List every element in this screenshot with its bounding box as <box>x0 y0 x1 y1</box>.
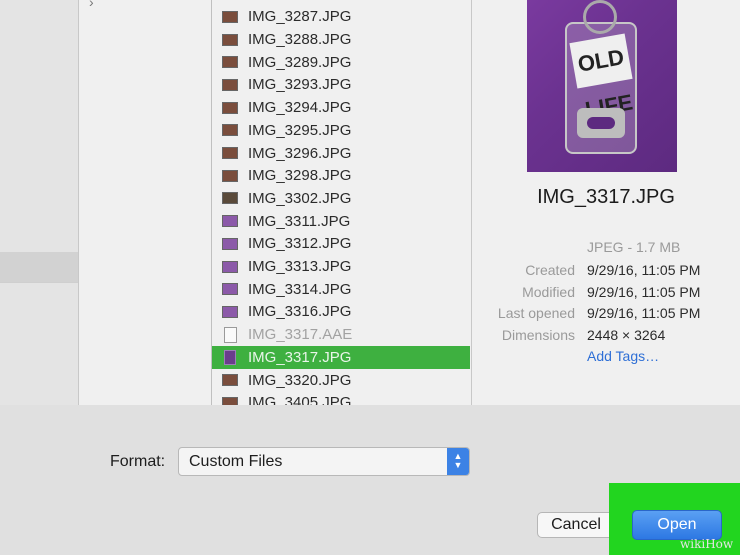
file-list[interactable]: IMG_3287.JPG IMG_3288.JPG IMG_3289.JPG IMG_… <box>212 0 472 405</box>
file-row[interactable]: IMG_3296.JPG <box>212 142 470 165</box>
file-row[interactable]: IMG_3311.JPG <box>212 210 470 233</box>
sidebar-column <box>0 0 78 405</box>
chevron-right-icon: › <box>89 0 94 10</box>
file-row[interactable]: IMG_3295.JPG <box>212 119 470 142</box>
image-thumbnail-icon <box>222 33 238 46</box>
file-name: IMG_3302.JPG <box>248 189 352 207</box>
preview-kind-size: JPEG - 1.7 MB <box>587 239 681 255</box>
image-thumbnail-icon <box>222 78 238 91</box>
image-thumbnail-icon <box>222 260 238 273</box>
sidebar-selected-item[interactable] <box>0 252 78 282</box>
meta-dimensions: Dimensions 2448 × 3264 <box>472 327 740 347</box>
add-tags-link[interactable]: Add Tags… <box>587 348 659 364</box>
file-name: IMG_3320.JPG <box>248 371 352 389</box>
meta-created: Created 9/29/16, 11:05 PM <box>472 262 740 282</box>
meta-value: 9/29/16, 11:05 PM <box>587 262 701 278</box>
file-row: IMG_3317.AAE <box>212 323 470 346</box>
file-row[interactable]: IMG_3288.JPG <box>212 28 470 51</box>
image-thumbnail-icon <box>222 124 238 137</box>
image-thumbnail-icon <box>222 147 238 160</box>
meta-key: Created <box>525 262 575 278</box>
meta-key: Modified <box>522 284 575 300</box>
sidebar-divider <box>0 282 78 283</box>
file-row[interactable]: IMG_3289.JPG <box>212 51 470 74</box>
file-row[interactable]: IMG_3293.JPG <box>212 74 470 97</box>
meta-value: 9/29/16, 11:05 PM <box>587 305 701 321</box>
file-row[interactable]: IMG_3317.JPG <box>212 346 470 369</box>
meta-value: 9/29/16, 11:05 PM <box>587 284 701 300</box>
image-thumbnail-icon <box>222 56 238 69</box>
file-name: IMG_3405.JPG <box>248 394 352 405</box>
image-thumbnail-icon <box>222 101 238 114</box>
image-thumbnail-icon <box>222 10 238 23</box>
document-icon <box>224 326 237 343</box>
meta-last-opened: Last opened 9/29/16, 11:05 PM <box>472 305 740 325</box>
image-thumbnail-icon <box>222 283 238 296</box>
file-name: IMG_3294.JPG <box>248 99 352 117</box>
open-file-dialog: › IMG_3287.JPG IMG_3288.JPG IMG_3289.JPG IM… <box>0 0 740 555</box>
file-row[interactable]: IMG_3298.JPG <box>212 164 470 187</box>
file-name: IMG_3288.JPG <box>248 31 352 49</box>
meta-key: Last opened <box>497 305 575 321</box>
file-row[interactable]: IMG_3302.JPG <box>212 187 470 210</box>
folder-column[interactable]: › <box>78 0 212 405</box>
image-thumbnail-icon <box>222 169 238 182</box>
file-row[interactable]: IMG_3312.JPG <box>212 233 470 256</box>
format-select-value: Custom Files <box>189 453 283 470</box>
preview-pane: OLD LIFE IMG_3317.JPG JPEG - 1.7 MB Crea… <box>472 0 740 405</box>
format-select[interactable]: Custom Files ▲ ▼ <box>178 447 470 476</box>
file-name: IMG_3316.JPG <box>248 303 352 321</box>
cancel-button[interactable]: Cancel <box>537 512 615 538</box>
file-row[interactable]: IMG_3294.JPG <box>212 96 470 119</box>
file-name: IMG_3317.AAE <box>248 326 353 344</box>
image-thumbnail-icon <box>222 396 238 405</box>
file-row[interactable]: IMG_3320.JPG <box>212 369 470 392</box>
updown-chevron-icon: ▲ ▼ <box>447 448 469 475</box>
file-name: IMG_3289.JPG <box>248 53 352 71</box>
image-thumbnail-icon <box>222 305 238 318</box>
file-name: IMG_3317.JPG <box>248 348 352 366</box>
file-name: IMG_3314.JPG <box>248 280 352 298</box>
file-name: IMG_3312.JPG <box>248 235 352 253</box>
image-thumbnail-icon <box>222 192 238 205</box>
wikihow-watermark: wikiHow <box>680 537 734 551</box>
file-name: IMG_3287.JPG <box>248 8 352 26</box>
keychain-photo: OLD LIFE <box>565 0 637 154</box>
file-name: IMG_3298.JPG <box>248 167 352 185</box>
image-thumbnail-icon <box>222 374 238 387</box>
keychain-label: OLD LIFE <box>569 33 635 122</box>
file-row[interactable]: IMG_3316.JPG <box>212 301 470 324</box>
meta-value: 2448 × 3264 <box>587 327 666 343</box>
preview-file-name: IMG_3317.JPG <box>537 186 675 208</box>
file-name: IMG_3311.JPG <box>248 212 351 230</box>
image-thumbnail-icon <box>224 349 236 365</box>
file-row[interactable]: IMG_3313.JPG <box>212 255 470 278</box>
file-row[interactable]: IMG_3405.JPG <box>212 391 470 405</box>
meta-key: Dimensions <box>501 327 575 343</box>
dialog-footer: Format: Custom Files ▲ ▼ Cancel Open <box>0 405 740 555</box>
bottle-opener <box>577 108 625 138</box>
format-label: Format: <box>110 453 166 470</box>
meta-modified: Modified 9/29/16, 11:05 PM <box>472 284 740 304</box>
open-button[interactable]: Open <box>632 510 722 540</box>
file-row[interactable]: IMG_3314.JPG <box>212 278 470 301</box>
preview-image: OLD LIFE <box>527 0 677 172</box>
file-name: IMG_3293.JPG <box>248 76 352 94</box>
file-row[interactable]: IMG_3287.JPG <box>212 6 470 29</box>
image-thumbnail-icon <box>222 215 238 228</box>
file-name: IMG_3295.JPG <box>248 121 352 139</box>
key-ring <box>583 0 617 34</box>
file-name: IMG_3313.JPG <box>248 258 352 276</box>
image-thumbnail-icon <box>222 237 238 250</box>
file-name: IMG_3296.JPG <box>248 144 352 162</box>
